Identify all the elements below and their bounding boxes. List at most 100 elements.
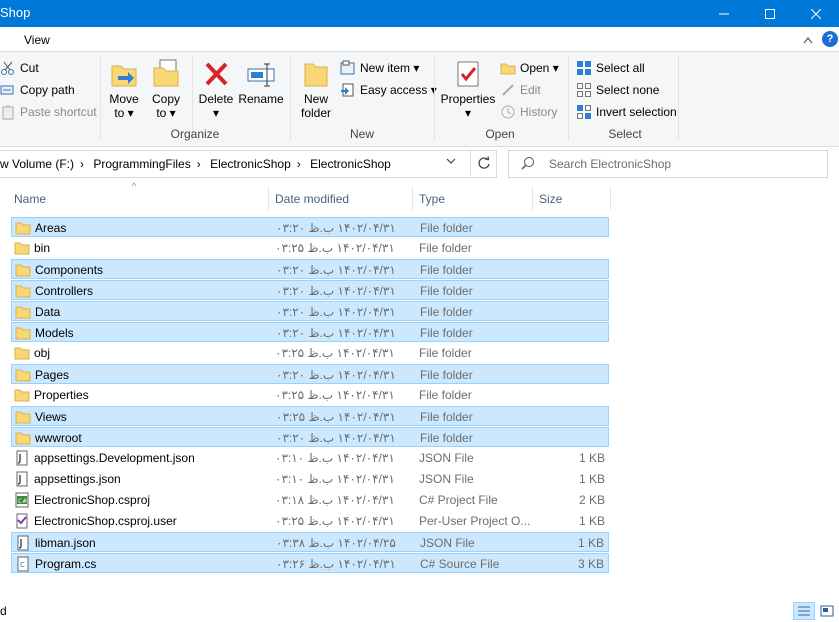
copy-to-label-2: to ▾ bbox=[156, 106, 176, 120]
folder-icon bbox=[15, 325, 31, 341]
file-type: File folder bbox=[420, 410, 473, 424]
ribbon: Cut Copy path Paste shortcut Move to ▾ C… bbox=[0, 51, 839, 147]
breadcrumb-item[interactable]: ElectronicShop bbox=[210, 157, 291, 171]
cut-button[interactable]: Cut bbox=[0, 60, 39, 76]
file-row[interactable]: libman.json ۱۴۰۲/۰۴/۲۵ ب.ظ ۰۳:۳۸ JSON File… bbox=[11, 532, 609, 552]
refresh-button[interactable] bbox=[470, 150, 497, 176]
rename-icon bbox=[245, 58, 277, 90]
chevron-right-icon: › bbox=[296, 157, 301, 171]
file-type: C# Project File bbox=[419, 493, 498, 507]
ribbon-separator bbox=[290, 56, 291, 140]
file-row[interactable]: obj ۱۴۰۲/۰۴/۳۱ ب.ظ ۰۳:۲۵ File folder bbox=[11, 343, 609, 363]
edit-button[interactable]: Edit bbox=[500, 82, 541, 98]
select-all-button[interactable]: Select all bbox=[576, 60, 645, 76]
folder-icon bbox=[15, 220, 31, 236]
file-row[interactable]: ElectronicShop.csproj.user ۱۴۰۲/۰۴/۳۱ ب.ظ… bbox=[11, 511, 609, 531]
large-icons-view-button[interactable] bbox=[816, 602, 838, 620]
delete-button[interactable]: Delete ▾ bbox=[196, 58, 236, 120]
file-row[interactable]: wwwroot ۱۴۰۲/۰۴/۳۱ ب.ظ ۰۳:۲۰ File folder bbox=[11, 427, 609, 447]
minimize-button[interactable] bbox=[701, 0, 747, 27]
file-date: ۱۴۰۲/۰۴/۳۱ ب.ظ ۰۳:۲۰ bbox=[276, 221, 396, 235]
file-row[interactable]: Areas ۱۴۰۲/۰۴/۳۱ ب.ظ ۰۳:۲۰ File folder bbox=[11, 217, 609, 237]
file-name: ElectronicShop.csproj.user bbox=[34, 514, 177, 528]
tab-view[interactable]: View bbox=[24, 33, 50, 47]
copy-path-button[interactable]: Copy path bbox=[0, 82, 75, 98]
help-button[interactable]: ? bbox=[822, 31, 838, 47]
new-folder-label-2: folder bbox=[300, 106, 332, 120]
folder-icon bbox=[15, 262, 31, 278]
invert-selection-label: Invert selection bbox=[596, 105, 677, 119]
file-row[interactable]: Components ۱۴۰۲/۰۴/۳۱ ب.ظ ۰۳:۲۰ File folde… bbox=[11, 259, 609, 279]
column-header-type[interactable]: Type bbox=[413, 186, 533, 212]
file-row[interactable]: C Program.cs ۱۴۰۲/۰۴/۳۱ ب.ظ ۰۳:۲۶ C# Source… bbox=[11, 553, 609, 573]
folder-icon bbox=[15, 430, 31, 446]
breadcrumb-item[interactable]: ElectronicShop bbox=[310, 157, 391, 171]
invert-selection-button[interactable]: Invert selection bbox=[576, 104, 677, 120]
history-button[interactable]: History bbox=[500, 104, 557, 120]
file-name: Properties bbox=[34, 388, 89, 402]
file-row[interactable]: appsettings.json ۱۴۰۲/۰۴/۳۱ ب.ظ ۰۳:۱۰ JSON… bbox=[11, 469, 609, 489]
file-name: Views bbox=[35, 410, 67, 424]
file-name: libman.json bbox=[35, 536, 96, 550]
file-size: 3 KB bbox=[577, 557, 604, 571]
move-to-button[interactable]: Move to ▾ bbox=[106, 58, 142, 120]
help-icon: ? bbox=[826, 33, 834, 45]
minimize-icon bbox=[719, 13, 729, 14]
file-date: ۱۴۰۲/۰۴/۳۱ ب.ظ ۰۳:۲۵ bbox=[275, 241, 395, 255]
address-history-dropdown[interactable] bbox=[446, 156, 456, 168]
address-bar[interactable]: w Volume (F:) › ProgrammingFiles › Electro… bbox=[0, 150, 497, 178]
select-none-icon bbox=[576, 82, 592, 98]
properties-label: Properties bbox=[440, 92, 496, 106]
search-placeholder: Search ElectronicShop bbox=[549, 157, 672, 171]
refresh-icon bbox=[478, 156, 490, 169]
new-item-button[interactable]: New item ▾ bbox=[340, 60, 419, 76]
maximize-button[interactable] bbox=[747, 0, 793, 27]
select-none-label: Select none bbox=[596, 83, 660, 97]
easy-access-label: Easy access bbox=[360, 83, 428, 97]
copy-to-label: Copy bbox=[151, 92, 180, 106]
file-row[interactable]: Controllers ۱۴۰۲/۰۴/۳۱ ب.ظ ۰۳:۲۰ File fold… bbox=[11, 280, 609, 300]
file-row[interactable]: Properties ۱۴۰۲/۰۴/۳۱ ب.ظ ۰۳:۲۵ File folde… bbox=[11, 385, 609, 405]
file-row[interactable]: Data ۱۴۰۲/۰۴/۳۱ ب.ظ ۰۳:۲۰ File folder bbox=[11, 301, 609, 321]
edit-label: Edit bbox=[520, 83, 541, 97]
file-row[interactable]: appsettings.Development.json ۱۴۰۲/۰۴/۳۱ ب… bbox=[11, 448, 609, 468]
file-row[interactable]: Models ۱۴۰۲/۰۴/۳۱ ب.ظ ۰۳:۲۰ File folder bbox=[11, 322, 609, 342]
rename-button[interactable]: Rename bbox=[238, 58, 284, 106]
file-type: File folder bbox=[420, 326, 473, 340]
file-date: ۱۴۰۲/۰۴/۳۱ ب.ظ ۰۳:۲۵ bbox=[276, 410, 396, 424]
file-row[interactable]: Pages ۱۴۰۲/۰۴/۳۱ ب.ظ ۰۳:۲۰ File folder bbox=[11, 364, 609, 384]
new-folder-button[interactable]: New folder bbox=[296, 58, 336, 120]
file-row[interactable]: Views ۱۴۰۲/۰۴/۳۱ ب.ظ ۰۳:۲۵ File folder bbox=[11, 406, 609, 426]
file-name: obj bbox=[34, 346, 51, 360]
file-row[interactable]: C# ElectronicShop.csproj ۱۴۰۲/۰۴/۳۱ ب.ظ ۰۳… bbox=[11, 490, 609, 510]
copy-to-button[interactable]: Copy to ▾ bbox=[148, 58, 184, 120]
new-item-label: New item bbox=[360, 61, 411, 75]
search-box[interactable]: Search ElectronicShop bbox=[508, 150, 828, 178]
properties-button[interactable]: Properties ▾ bbox=[440, 58, 496, 120]
easy-access-button[interactable]: Easy access ▾ bbox=[340, 82, 437, 98]
column-header-size[interactable]: Size bbox=[533, 186, 609, 212]
properties-icon bbox=[452, 58, 484, 90]
properties-dropdown[interactable]: ▾ bbox=[440, 106, 496, 120]
file-type: File folder bbox=[420, 284, 473, 298]
breadcrumb-item[interactable]: ProgrammingFiles bbox=[93, 157, 190, 171]
file-date: ۱۴۰۲/۰۴/۳۱ ب.ظ ۰۳:۲۰ bbox=[276, 431, 396, 445]
open-button[interactable]: Open ▾ bbox=[500, 60, 559, 76]
select-none-button[interactable]: Select none bbox=[576, 82, 659, 98]
file-date: ۱۴۰۲/۰۴/۳۱ ب.ظ ۰۳:۲۰ bbox=[276, 284, 396, 298]
column-header-date[interactable]: Date modified bbox=[269, 186, 412, 212]
file-type: JSON File bbox=[419, 451, 474, 465]
breadcrumb-item[interactable]: w Volume (F:) bbox=[0, 157, 74, 171]
paste-shortcut-button[interactable]: Paste shortcut bbox=[0, 104, 97, 120]
collapse-ribbon-button[interactable] bbox=[803, 32, 813, 47]
ribbon-tabs: View ? bbox=[0, 27, 839, 51]
json-file-icon bbox=[14, 450, 30, 466]
close-button[interactable] bbox=[793, 0, 839, 27]
file-type: File folder bbox=[419, 241, 472, 255]
file-row[interactable]: bin ۱۴۰۲/۰۴/۳۱ ب.ظ ۰۳:۲۵ File folder bbox=[11, 238, 609, 258]
details-view-button[interactable] bbox=[793, 602, 815, 620]
column-header-name[interactable]: Name bbox=[11, 186, 269, 212]
delete-dropdown[interactable]: ▾ bbox=[196, 106, 236, 120]
file-type: C# Source File bbox=[420, 557, 500, 571]
column-divider[interactable] bbox=[610, 186, 611, 210]
